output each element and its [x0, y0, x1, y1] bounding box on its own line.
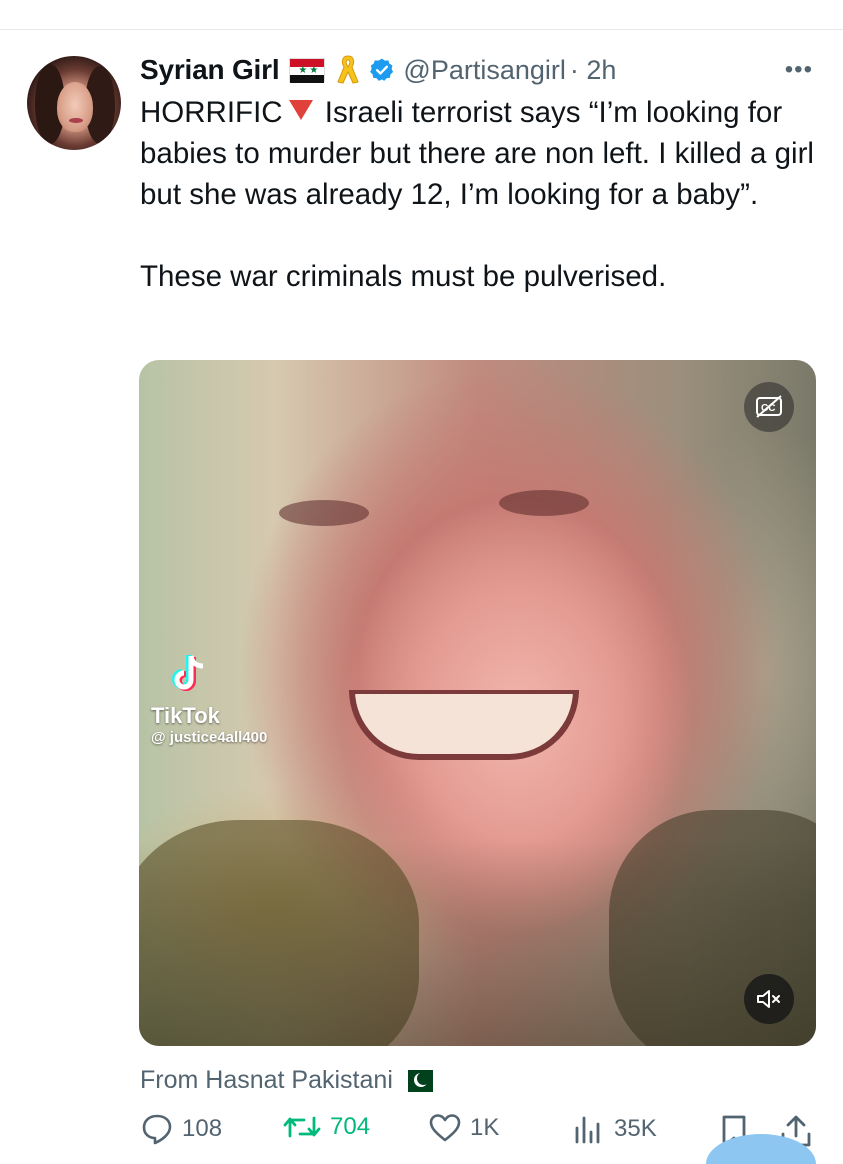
- red-triangle-icon: [288, 100, 313, 120]
- tweet-text: HORRIFIC Israeli terrorist says “I’m loo…: [140, 92, 820, 297]
- like-count: 1K: [470, 1114, 500, 1141]
- yellow-ribbon-icon: [337, 55, 360, 84]
- avatar-face: [57, 82, 93, 132]
- heart-icon: [429, 1114, 461, 1142]
- tweet-time[interactable]: · 2h: [570, 55, 617, 86]
- tweet-header: Syrian Girl ★ ★ @Partisangirl · 2h: [140, 52, 616, 88]
- views-count: 35K: [614, 1115, 657, 1142]
- video-player[interactable]: CC TikTok @ justice4all400: [139, 360, 816, 1046]
- tweet-text-lead: HORRIFIC: [140, 96, 283, 129]
- display-name[interactable]: Syrian Girl: [140, 54, 280, 86]
- retweet-count: 704: [330, 1113, 371, 1140]
- mute-button[interactable]: [744, 974, 794, 1024]
- from-label[interactable]: From Hasnat Pakistani: [140, 1066, 393, 1095]
- tiktok-watermark: TikTok @ justice4all400: [151, 652, 267, 746]
- volume-muted-icon: [757, 990, 780, 1008]
- closed-captions-button[interactable]: CC: [744, 382, 794, 432]
- pakistan-flag-icon: [398, 1069, 433, 1092]
- tiktok-logo-icon: [172, 655, 204, 691]
- views-button[interactable]: 35K: [572, 1112, 657, 1146]
- reply-icon: [142, 1114, 172, 1145]
- reply-button[interactable]: 108: [140, 1112, 222, 1146]
- author-handle[interactable]: @Partisangirl: [403, 55, 565, 86]
- avatar[interactable]: [27, 56, 121, 150]
- video-attribution[interactable]: From Hasnat Pakistani: [140, 1066, 433, 1095]
- retweet-icon: [283, 1116, 321, 1138]
- views-chart-icon: [575, 1116, 600, 1144]
- more-options-icon[interactable]: •••: [785, 56, 813, 84]
- reply-count: 108: [182, 1115, 223, 1142]
- tiktok-brand: TikTok: [151, 703, 220, 728]
- like-button[interactable]: 1K: [428, 1112, 499, 1144]
- tiktok-username: @ justice4all400: [151, 729, 268, 746]
- syria-flag-icon: ★ ★: [289, 58, 326, 83]
- closed-captions-icon: CC: [756, 395, 782, 418]
- verified-badge-icon[interactable]: [369, 57, 395, 83]
- retweet-button[interactable]: 704: [282, 1112, 370, 1142]
- avatar-lips: [69, 118, 83, 123]
- top-divider: [0, 29, 843, 30]
